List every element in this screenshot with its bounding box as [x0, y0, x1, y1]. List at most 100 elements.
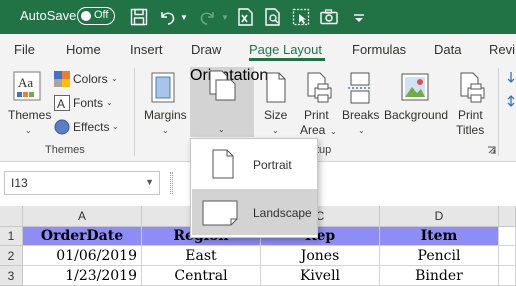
- tab-page-layout[interactable]: Page Layout: [249, 42, 322, 57]
- select-objects-icon[interactable]: [290, 6, 312, 28]
- title-bar: AutoSave Off ▼ ▼: [0, 0, 516, 34]
- margins-button[interactable]: Margins ⌄: [140, 68, 188, 144]
- cell-a2[interactable]: 01/06/2019: [23, 246, 142, 266]
- tab-formulas[interactable]: Formulas: [352, 42, 406, 57]
- colors-button[interactable]: Colors ⌄: [54, 70, 120, 90]
- autosave-toggle[interactable]: Off: [77, 7, 115, 25]
- autosave-label: AutoSave: [20, 8, 77, 23]
- size-label: Size: [264, 108, 288, 122]
- tab-home[interactable]: Home: [66, 42, 101, 57]
- select-all-corner[interactable]: [0, 206, 23, 227]
- scale-arrows-icon: [507, 72, 515, 107]
- customize-toolbar-icon[interactable]: [348, 6, 370, 28]
- print-area-label-line2: Area: [300, 123, 326, 137]
- breaks-button[interactable]: Breaks ⌄: [340, 68, 380, 144]
- background-button[interactable]: Background: [382, 68, 448, 144]
- size-dropdown-icon: ⌄: [272, 126, 279, 135]
- effects-label: Effects: [73, 120, 110, 134]
- effects-icon: [54, 119, 70, 135]
- undo-icon[interactable]: [156, 6, 178, 28]
- cell-e2[interactable]: [499, 246, 516, 266]
- fonts-dropdown-icon: ⌄: [106, 98, 113, 107]
- row-header-2[interactable]: 2: [0, 246, 23, 266]
- background-icon: [401, 73, 429, 101]
- svg-text:A: A: [57, 97, 65, 111]
- orientation-button[interactable]: Orientation ⌄: [190, 67, 268, 137]
- cell-b2[interactable]: East: [142, 246, 261, 266]
- tab-file[interactable]: File: [14, 42, 35, 57]
- themes-group-label: Themes: [45, 144, 85, 156]
- name-box-value: I13: [11, 176, 28, 190]
- page-setup-group-label: tup: [316, 144, 332, 156]
- background-label: Background: [384, 108, 449, 122]
- cell-a3[interactable]: 1/23/2019: [23, 266, 142, 286]
- breaks-icon: [348, 72, 372, 104]
- cell-c2[interactable]: Jones: [261, 246, 380, 266]
- fonts-button[interactable]: A Fonts ⌄: [54, 94, 120, 114]
- cell-d1[interactable]: Item: [380, 227, 499, 246]
- fonts-icon: A: [54, 95, 70, 111]
- cell-b3[interactable]: Central: [142, 266, 261, 286]
- size-icon: [266, 72, 286, 103]
- tab-insert[interactable]: Insert: [130, 42, 163, 57]
- themes-label: Themes: [8, 108, 52, 122]
- print-titles-label-line2: Titles: [456, 123, 485, 137]
- orientation-dropdown-icon: ⌄: [218, 125, 225, 134]
- portrait-icon: [212, 149, 234, 179]
- ribbon-tabs: File Home Insert Draw Page Layout Formul…: [0, 34, 516, 64]
- print-preview-icon[interactable]: [262, 6, 284, 28]
- cell-d2[interactable]: Pencil: [380, 246, 499, 266]
- print-titles-label-line1: Print: [458, 108, 483, 122]
- redo-dropdown-icon: ▼: [221, 13, 229, 22]
- effects-dropdown-icon: ⌄: [112, 122, 119, 131]
- margins-dropdown-icon: ⌄: [162, 126, 169, 135]
- toggle-state-label: Off: [94, 9, 109, 21]
- landscape-label: Landscape: [253, 206, 312, 220]
- menu-item-portrait[interactable]: Portrait: [192, 141, 317, 187]
- cell-d3[interactable]: Binder: [380, 266, 499, 286]
- margins-label: Margins: [144, 108, 187, 122]
- undo-dropdown-icon[interactable]: ▼: [180, 13, 188, 22]
- landscape-icon: [202, 200, 238, 226]
- row-header-1[interactable]: 1: [0, 227, 23, 246]
- formula-bar-splitter[interactable]: [170, 172, 173, 194]
- effects-button[interactable]: Effects ⌄: [54, 118, 120, 138]
- themes-icon: Aa: [13, 71, 41, 101]
- colors-label: Colors: [73, 72, 108, 86]
- camera-icon[interactable]: [318, 6, 340, 28]
- group-separator: [134, 68, 135, 156]
- column-header-a[interactable]: A: [23, 206, 142, 227]
- colors-dropdown-icon: ⌄: [111, 74, 118, 83]
- portrait-label: Portrait: [253, 158, 292, 172]
- breaks-dropdown-icon: ⌄: [358, 126, 365, 135]
- tab-data[interactable]: Data: [434, 42, 461, 57]
- print-area-dropdown-icon: ⌄: [330, 127, 337, 136]
- active-tab-underline: [249, 58, 325, 61]
- cell-e3[interactable]: [499, 266, 516, 286]
- print-area-button[interactable]: Print Area ⌄: [298, 68, 338, 144]
- breaks-label: Breaks: [342, 108, 380, 122]
- themes-dropdown-icon: ⌄: [25, 126, 32, 135]
- margins-icon: [151, 72, 175, 103]
- menu-item-landscape[interactable]: Landscape: [192, 189, 317, 235]
- dialog-launcher-icon[interactable]: [487, 146, 496, 155]
- name-box-dropdown-icon[interactable]: ▼: [145, 177, 154, 187]
- tab-review[interactable]: Revi: [489, 42, 515, 57]
- themes-button[interactable]: Aa Themes ⌄: [4, 68, 52, 144]
- tab-draw[interactable]: Draw: [191, 42, 221, 57]
- print-area-icon: [307, 72, 332, 103]
- orientation-menu: Portrait Landscape: [190, 138, 318, 238]
- column-header-e[interactable]: [499, 206, 516, 227]
- row-header-3[interactable]: 3: [0, 266, 23, 286]
- excel-file-icon[interactable]: [234, 6, 256, 28]
- print-titles-button[interactable]: Print Titles: [452, 68, 492, 144]
- size-button[interactable]: Size ⌄: [258, 68, 294, 144]
- save-icon[interactable]: [128, 6, 150, 28]
- cell-e1[interactable]: [499, 227, 516, 246]
- colors-icon: [54, 71, 70, 87]
- column-header-d[interactable]: D: [380, 206, 499, 227]
- cell-c3[interactable]: Kivell: [261, 266, 380, 286]
- toggle-knob: [81, 10, 91, 21]
- cell-a1[interactable]: OrderDate: [23, 227, 142, 246]
- name-box[interactable]: I13 ▼: [4, 171, 160, 195]
